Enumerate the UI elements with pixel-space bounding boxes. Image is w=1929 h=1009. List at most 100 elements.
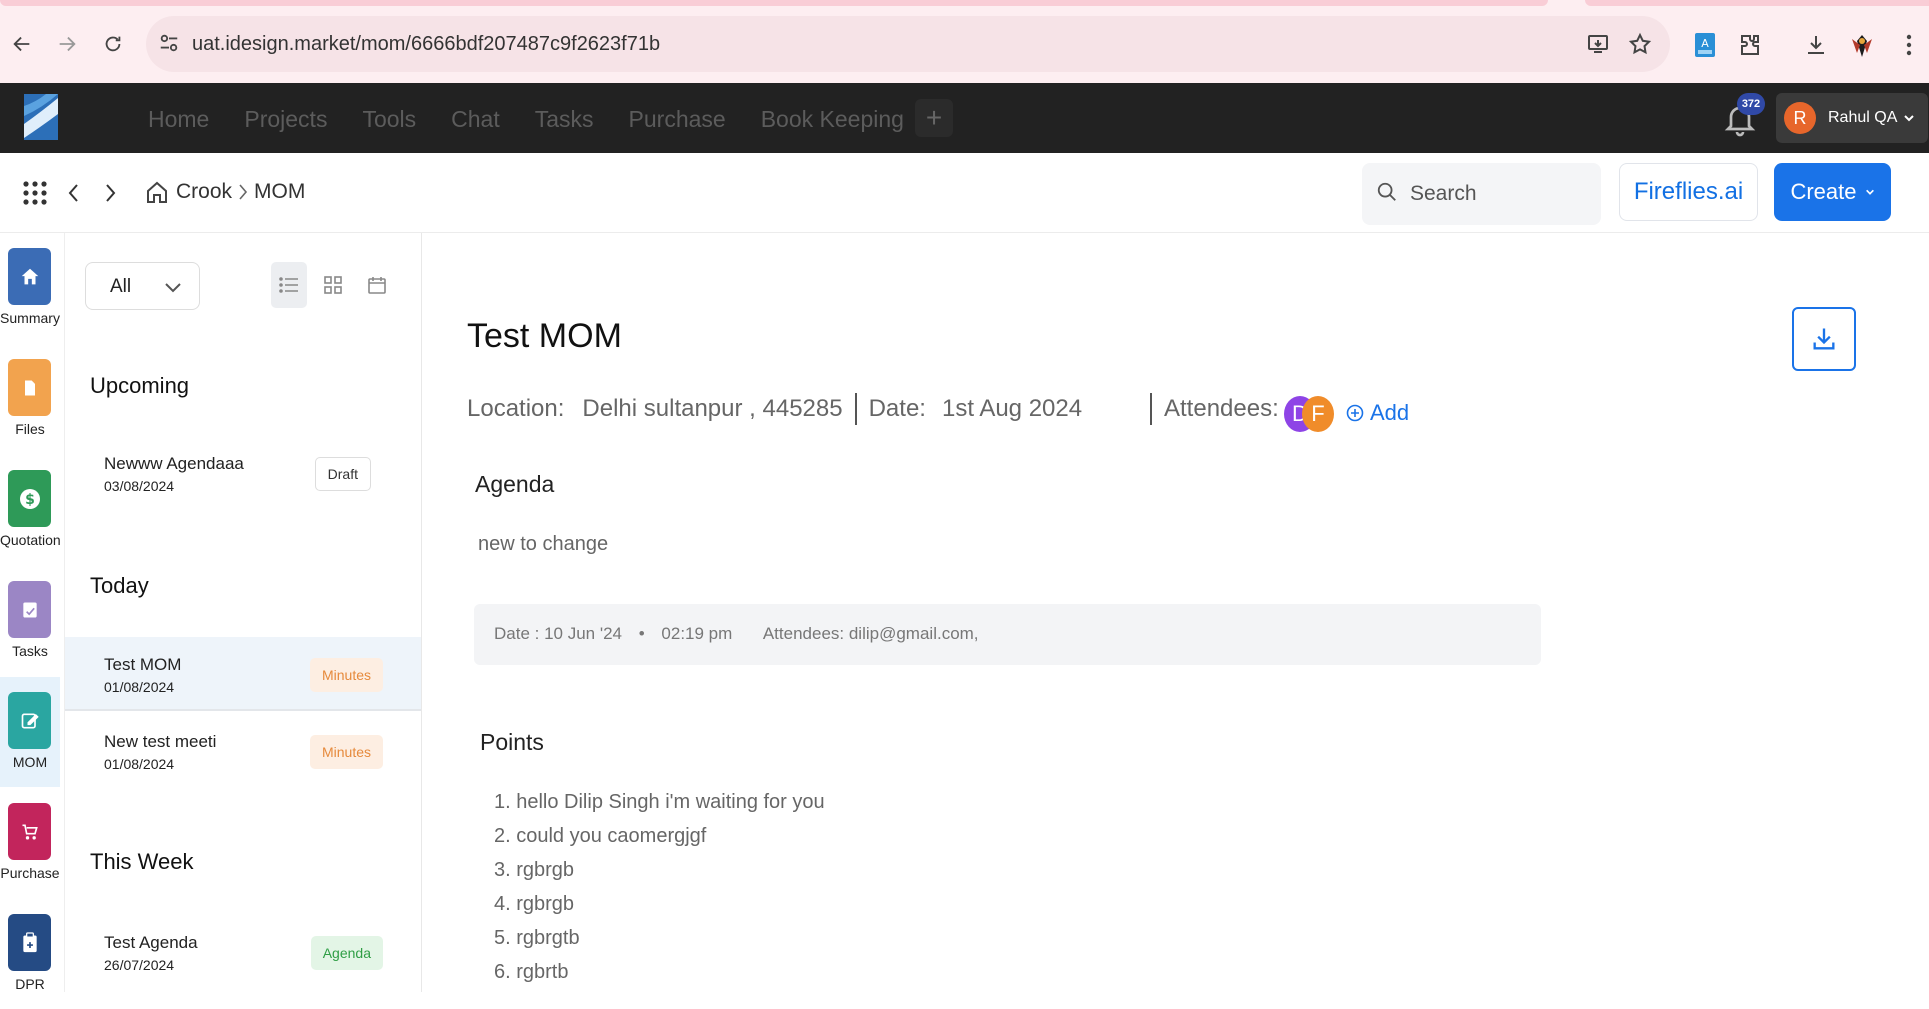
- date-label: Date:: [868, 395, 926, 422]
- chevron-down-icon: [1903, 112, 1915, 124]
- extensions-puzzle-icon[interactable]: [1732, 28, 1766, 62]
- sidebar-item-files[interactable]: Files: [0, 344, 60, 454]
- apps-grid-icon[interactable]: [22, 180, 48, 206]
- install-app-icon[interactable]: [1586, 32, 1610, 56]
- home-icon: [8, 248, 51, 305]
- menu-projects[interactable]: Projects: [244, 106, 327, 133]
- user-avatar: R: [1784, 102, 1816, 134]
- notification-count-badge: 372: [1737, 93, 1765, 115]
- menu-tools[interactable]: Tools: [362, 106, 416, 133]
- section-today: Today: [90, 573, 149, 598]
- info-time: 02:19 pm: [661, 624, 733, 643]
- sidebar-item-summary[interactable]: Summary: [0, 233, 60, 343]
- search-box[interactable]: [1362, 163, 1601, 225]
- mom-list-panel: All Upcoming Newww Agendaaa 03/08/2024 D…: [65, 233, 422, 992]
- breadcrumb-separator-icon: [238, 182, 248, 202]
- divider: [1150, 393, 1152, 425]
- sidebar-item-dpr[interactable]: DPR: [0, 899, 60, 1009]
- search-input[interactable]: [1408, 178, 1588, 210]
- location-label: Location:: [467, 395, 565, 422]
- point-item: 6. rgbrtb: [494, 961, 569, 983]
- list-view-button[interactable]: [271, 262, 307, 308]
- point-item: 2. could you caomergjgf: [494, 825, 707, 847]
- info-dot: •: [638, 624, 645, 643]
- downloads-icon[interactable]: [1799, 28, 1833, 62]
- edit-icon: [8, 692, 51, 749]
- brand-logo[interactable]: [24, 94, 58, 140]
- search-icon: [1376, 181, 1398, 203]
- list-item[interactable]: Test MOM 01/08/2024 Minutes: [65, 637, 421, 711]
- date-value: 1st Aug 2024: [941, 395, 1083, 422]
- status-badge: Minutes: [309, 735, 383, 769]
- download-button[interactable]: [1792, 307, 1856, 371]
- chevron-down-icon: [1865, 187, 1875, 197]
- fireflies-button[interactable]: Fireflies.ai: [1619, 163, 1758, 221]
- browser-forward-icon[interactable]: [51, 28, 83, 60]
- menu-tasks[interactable]: Tasks: [535, 106, 594, 133]
- sidebar-item-label: Summary: [0, 310, 60, 326]
- agenda-text: new to change: [478, 533, 609, 555]
- divider: [854, 393, 857, 425]
- browser-reload-icon[interactable]: [97, 28, 129, 60]
- point-item: 1. hello Dilip Singh i'm waiting for you: [494, 791, 825, 813]
- sidebar-item-purchase[interactable]: Purchase: [0, 788, 60, 898]
- profile-avatar-icon[interactable]: [1845, 28, 1879, 62]
- dollar-icon: $: [8, 470, 51, 527]
- add-label: Add: [1370, 400, 1410, 425]
- item-title: Test MOM: [104, 655, 182, 674]
- attendees-label: Attendees:: [1164, 395, 1279, 422]
- menu-home[interactable]: Home: [148, 106, 209, 133]
- main-menu: Home Projects Tools Chat Tasks Purchase …: [148, 106, 939, 133]
- browser-tab-strip: [0, 0, 1548, 6]
- address-url[interactable]: uat.idesign.market/mom/6666bdf207487c9f2…: [192, 33, 660, 56]
- browser-menu-icon[interactable]: [1892, 28, 1926, 62]
- translate-extension-icon[interactable]: A: [1688, 28, 1722, 62]
- user-menu[interactable]: R Rahul QA: [1776, 93, 1928, 143]
- list-item[interactable]: Test Agenda 26/07/2024 Agenda: [65, 915, 421, 989]
- points-list: 1. hello Dilip Singh i'm waiting for you…: [494, 785, 825, 989]
- browser-tab-strip-right: [1585, 0, 1929, 6]
- clipboard-icon: [8, 914, 51, 971]
- menu-book-keeping[interactable]: Book Keeping: [761, 106, 904, 133]
- breadcrumb: Crook MOM: [146, 180, 305, 204]
- attendee-avatars: D F: [1284, 396, 1336, 432]
- chevron-right-icon[interactable]: [102, 180, 118, 206]
- section-upcoming: Upcoming: [90, 373, 190, 398]
- calendar-view-button[interactable]: [359, 262, 395, 308]
- sidebar-item-label: Files: [15, 421, 45, 437]
- item-title: Test Agenda: [104, 933, 198, 952]
- menu-chat[interactable]: Chat: [451, 106, 500, 133]
- sidebar-item-label: Purchase: [0, 865, 60, 881]
- svg-text:A: A: [1701, 37, 1709, 50]
- sidebar-item-label: Quotation: [0, 532, 61, 548]
- menu-purchase[interactable]: Purchase: [629, 106, 726, 133]
- item-date: 01/08/2024: [104, 756, 175, 772]
- cart-icon: [8, 803, 51, 860]
- bookmark-star-icon[interactable]: [1628, 32, 1652, 56]
- attendees-row: Attendees:: [1150, 393, 1279, 425]
- site-settings-icon[interactable]: [158, 32, 180, 54]
- item-title: New test meeti: [104, 732, 217, 751]
- sidebar-item-quotation[interactable]: $ Quotation: [0, 455, 61, 565]
- item-date: 26/07/2024: [104, 957, 175, 973]
- item-date: 01/08/2024: [104, 679, 175, 695]
- list-item[interactable]: Newww Agendaaa 03/08/2024 Draft: [65, 436, 421, 510]
- address-bar[interactable]: uat.idesign.market/mom/6666bdf207487c9f2…: [146, 16, 1670, 72]
- info-date: Date : 10 Jun '24: [494, 624, 622, 643]
- grid-view-button[interactable]: [315, 262, 351, 308]
- sidebar-item-tasks[interactable]: Tasks: [0, 566, 60, 676]
- chevron-left-icon[interactable]: [66, 180, 82, 206]
- avatar[interactable]: F: [1302, 396, 1334, 432]
- filter-value: All: [110, 276, 132, 297]
- browser-back-icon[interactable]: [6, 28, 38, 60]
- add-attendee-button[interactable]: Add: [1346, 400, 1409, 426]
- create-button[interactable]: Create: [1774, 163, 1891, 221]
- status-filter-select[interactable]: All: [85, 262, 200, 310]
- add-module-button[interactable]: +: [915, 99, 953, 137]
- list-item[interactable]: New test meeti 01/08/2024 Minutes: [65, 714, 421, 788]
- create-button-label: Create: [1790, 179, 1857, 204]
- item-date: 03/08/2024: [104, 478, 175, 494]
- sidebar-item-mom[interactable]: MOM: [0, 677, 60, 787]
- home-icon[interactable]: [146, 180, 168, 204]
- breadcrumb-project[interactable]: Crook: [176, 180, 232, 204]
